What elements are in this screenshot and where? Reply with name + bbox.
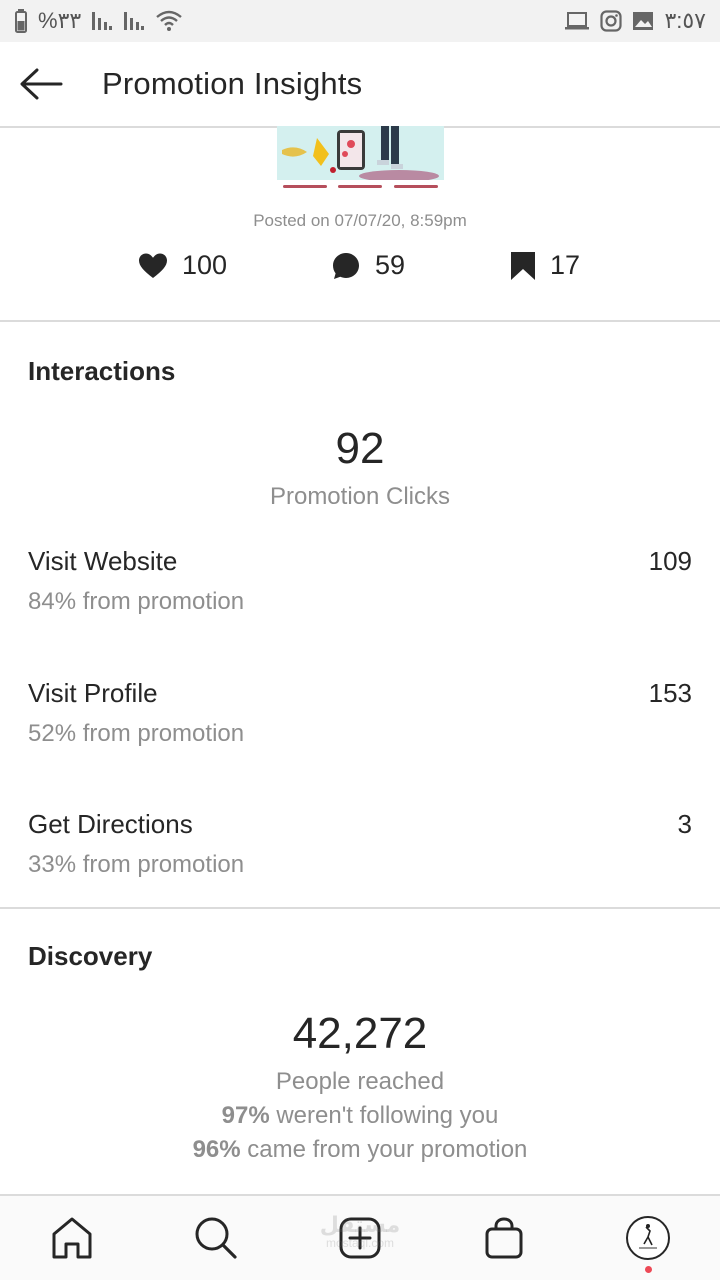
- metric-sub: 84% from promotion: [28, 588, 245, 615]
- comments-count: 59: [375, 250, 406, 280]
- nav-new-post[interactable]: [310, 1196, 410, 1280]
- discovery-title: Discovery: [28, 941, 153, 971]
- not-following-line: 97% weren't following you: [0, 1102, 720, 1130]
- metric-value: 153: [648, 678, 692, 708]
- avatar-image: [630, 1220, 666, 1256]
- heart-icon: [139, 253, 167, 278]
- likes-stat: 100: [138, 250, 227, 281]
- status-left: %٣٣: [14, 8, 183, 34]
- people-reached-label: People reached: [275, 1068, 445, 1095]
- promotion-clicks-value: 92: [335, 424, 385, 473]
- bookmark-icon: [511, 251, 535, 280]
- nav-home[interactable]: [22, 1196, 122, 1280]
- status-right: ٣:٥٧: [564, 8, 706, 34]
- likes-count: 100: [182, 250, 228, 280]
- wifi-icon: [156, 10, 182, 31]
- nav-shop[interactable]: [454, 1196, 554, 1280]
- app-header: Promotion Insights: [0, 42, 720, 128]
- post-caption-strip: [277, 180, 444, 192]
- from-promotion-line: 96% came from your promotion: [0, 1136, 720, 1164]
- metric-value: 109: [648, 546, 692, 576]
- metric-label: Get Directions: [28, 809, 193, 839]
- page-title: Promotion Insights: [102, 66, 363, 101]
- arrow-left-icon: [20, 68, 63, 100]
- instagram-icon: [600, 10, 623, 32]
- laptop-icon: [565, 12, 590, 30]
- people-reached-value: 42,272: [292, 1009, 428, 1058]
- new-post-icon: [339, 1217, 381, 1259]
- profile-avatar: [626, 1216, 670, 1260]
- comments-stat: 59: [331, 250, 405, 281]
- battery-percent: %٣٣: [38, 8, 82, 33]
- metric-sub: 52% from promotion: [28, 720, 245, 747]
- signal-icon: [124, 12, 145, 30]
- battery-icon: [15, 9, 27, 33]
- metric-sub: 33% from promotion: [28, 851, 245, 878]
- status-time: ٣:٥٧: [664, 8, 706, 33]
- not-following-percent: 97%: [221, 1102, 270, 1129]
- metric-label: Visit Website: [28, 546, 178, 576]
- signal-icon: [92, 12, 113, 30]
- shop-icon: [485, 1217, 523, 1259]
- status-bar: %٣٣ ٣:٥٧: [0, 0, 720, 42]
- from-promotion-text: came from your promotion: [240, 1136, 528, 1163]
- comment-icon: [333, 252, 359, 279]
- metric-label: Visit Profile: [28, 678, 158, 708]
- posted-on-date: Posted on 07/07/20, 8:59pm: [253, 211, 467, 230]
- saves-count: 17: [550, 250, 581, 280]
- post-stats: 100 59 17: [0, 250, 720, 286]
- back-button[interactable]: [0, 41, 84, 127]
- interactions-title: Interactions: [28, 356, 176, 386]
- saves-stat: 17: [510, 250, 580, 281]
- section-divider: [0, 320, 720, 322]
- metric-value: 3: [677, 809, 692, 839]
- not-following-text: weren't following you: [269, 1102, 499, 1129]
- promotion-clicks-label: Promotion Clicks: [269, 483, 451, 510]
- post-thumbnail[interactable]: [277, 126, 444, 192]
- nav-search[interactable]: [166, 1196, 266, 1280]
- search-icon: [195, 1217, 237, 1259]
- image-icon: [633, 12, 654, 30]
- notification-dot: [645, 1266, 652, 1273]
- bottom-nav: [0, 1194, 720, 1280]
- section-divider: [0, 907, 720, 909]
- home-icon: [52, 1217, 92, 1259]
- from-promotion-percent: 96%: [192, 1136, 241, 1163]
